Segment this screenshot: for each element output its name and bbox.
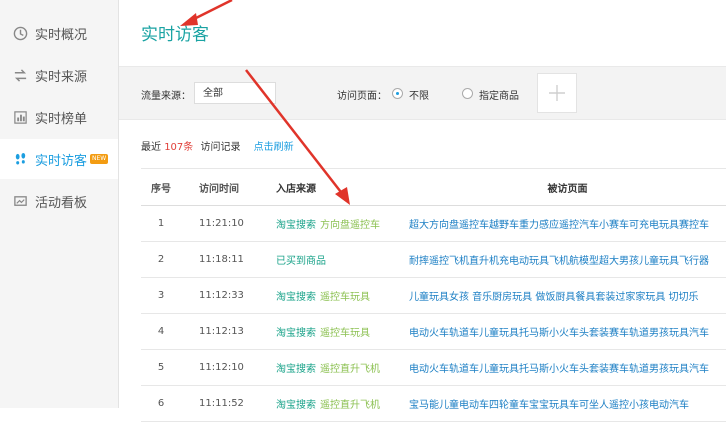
table-row: 1 11:21:10 淘宝搜索 方向盘遥控车 超大方向盘遥控车越野车重力感应遥控汽… <box>141 206 726 242</box>
row-no: 2 <box>157 254 165 265</box>
source-keyword[interactable]: 遥控车玩具 <box>320 288 370 303</box>
header-page: 被访页面 <box>547 183 588 195</box>
new-badge: NEW <box>90 154 109 164</box>
traffic-source-select[interactable]: 全部 <box>194 82 276 104</box>
table-row: 5 11:12:10 淘宝搜索 遥控直升飞机 电动火车轨道车儿童玩具托马斯小火车头… <box>141 350 726 386</box>
table-header: 序号 访问时间 入店来源 被访页面 <box>141 168 726 206</box>
page-link[interactable]: 电动火车轨道车儿童玩具托马斯小火车头套装赛车轨道男孩玩具汽车 <box>409 360 709 375</box>
row-source: 淘宝搜索 遥控车玩具 <box>276 278 396 313</box>
row-no: 1 <box>157 218 165 229</box>
row-time: 11:12:33 <box>199 290 244 301</box>
page-link[interactable]: 儿童玩具女孩 音乐厨房玩具 做饭厨具餐具套装过家家玩具 切切乐 <box>409 288 699 303</box>
radio-specific-product-label: 指定商品 <box>479 91 519 102</box>
visit-page-label: 访问页面： <box>337 91 387 102</box>
row-page: 耐摔遥控飞机直升机充电动玩具飞机航模型超大男孩儿童玩具飞行器 <box>409 242 726 277</box>
radio-specific-product[interactable] <box>462 88 473 99</box>
bar-chart-icon <box>12 109 28 125</box>
page-title: 实时访客 <box>141 25 209 45</box>
filter-bar: 流量来源： 全部 访问页面： 不限 指定商品 <box>119 66 726 120</box>
page-link[interactable]: 超大方向盘遥控车越野车重力感应遥控汽车小赛车可充电玩具赛控车 <box>409 216 709 231</box>
clock-icon <box>12 25 28 41</box>
table-row: 2 11:18:11 已买到商品 耐摔遥控飞机直升机充电动玩具飞机航模型超大男孩… <box>141 242 726 278</box>
sidebar-item-realtime-source[interactable]: 实时来源 <box>0 55 118 95</box>
header-no: 序号 <box>151 183 171 195</box>
visitor-table: 序号 访问时间 入店来源 被访页面 1 11:21:10 淘宝搜索 方向盘遥控车 … <box>141 168 726 422</box>
sidebar-item-realtime-visitors[interactable]: 实时访客 NEW <box>0 139 118 179</box>
source-link[interactable]: 淘宝搜索 <box>276 288 316 303</box>
sidebar-item-realtime-ranking[interactable]: 实时榜单 <box>0 97 118 137</box>
row-source: 淘宝搜索 方向盘遥控车 <box>276 206 396 241</box>
sidebar-item-activity-board[interactable]: 活动看板 <box>0 181 118 221</box>
row-source: 淘宝搜索 遥控直升飞机 <box>276 350 396 385</box>
row-time: 11:12:10 <box>199 362 244 373</box>
plus-icon <box>549 85 565 101</box>
row-no: 4 <box>157 326 165 337</box>
radio-unlimited[interactable] <box>392 88 403 99</box>
traffic-source-label: 流量来源： <box>141 91 191 102</box>
table-row: 3 11:12:33 淘宝搜索 遥控车玩具 儿童玩具女孩 音乐厨房玩具 做饭厨具餐… <box>141 278 726 314</box>
source-keyword[interactable]: 遥控直升飞机 <box>320 360 380 375</box>
header-time: 访问时间 <box>199 183 239 195</box>
sidebar-item-label: 实时来源 <box>35 69 88 85</box>
row-no: 6 <box>157 398 165 409</box>
source-keyword[interactable]: 方向盘遥控车 <box>320 216 380 231</box>
source-link[interactable]: 淘宝搜索 <box>276 324 316 339</box>
page-link[interactable]: 耐摔遥控飞机直升机充电动玩具飞机航模型超大男孩儿童玩具飞行器 <box>409 252 709 267</box>
row-source: 已买到商品 <box>276 242 396 277</box>
row-page: 超大方向盘遥控车越野车重力感应遥控汽车小赛车可充电玩具赛控车 <box>409 206 726 241</box>
main-panel: 实时访客 流量来源： 全部 访问页面： 不限 指定商品 最近 107条 访问记录… <box>119 0 726 422</box>
summary-prefix: 最近 <box>141 142 161 153</box>
row-page: 电动火车轨道车儿童玩具托马斯小火车头套装赛车轨道男孩玩具汽车 <box>409 314 726 349</box>
record-count: 107条 <box>164 142 194 153</box>
table-row: 4 11:12:13 淘宝搜索 遥控车玩具 电动火车轨道车儿童玩具托马斯小火车头套… <box>141 314 726 350</box>
sidebar-item-realtime-overview[interactable]: 实时概况 <box>0 13 118 53</box>
row-time: 11:12:13 <box>199 326 244 337</box>
source-keyword[interactable]: 遥控车玩具 <box>320 324 370 339</box>
summary-suffix: 访问记录 <box>200 142 241 153</box>
row-no: 5 <box>157 362 165 373</box>
header-source: 入店来源 <box>276 183 316 195</box>
sidebar-item-label: 活动看板 <box>35 195 88 211</box>
table-row: 6 11:11:52 淘宝搜索 遥控直升飞机 宝马能儿童电动车四轮童车宝宝玩具车可… <box>141 386 726 422</box>
radio-unlimited-label: 不限 <box>409 91 429 102</box>
page-link[interactable]: 宝马能儿童电动车四轮童车宝宝玩具车可坐人遥控小孩电动汽车 <box>409 396 689 411</box>
sidebar: 实时概况 实时来源 实时榜单 实时访客 NEW 活动看板 <box>0 0 119 408</box>
row-page: 宝马能儿童电动车四轮童车宝宝玩具车可坐人遥控小孩电动汽车 <box>409 386 726 421</box>
footprints-icon <box>12 151 28 167</box>
sidebar-item-label: 实时概况 <box>35 27 88 43</box>
row-page: 儿童玩具女孩 音乐厨房玩具 做饭厨具餐具套装过家家玩具 切切乐 <box>409 278 726 313</box>
source-link[interactable]: 淘宝搜索 <box>276 360 316 375</box>
swap-arrows-icon <box>12 67 28 83</box>
row-time: 11:11:52 <box>199 398 244 409</box>
sidebar-item-label: 实时榜单 <box>35 111 88 127</box>
source-link[interactable]: 已买到商品 <box>276 252 326 267</box>
add-product-button[interactable] <box>537 73 577 113</box>
row-time: 11:18:11 <box>199 254 244 265</box>
source-link[interactable]: 淘宝搜索 <box>276 396 316 411</box>
row-no: 3 <box>157 290 165 301</box>
refresh-link[interactable]: 点击刷新 <box>254 142 294 153</box>
row-source: 淘宝搜索 遥控直升飞机 <box>276 386 396 421</box>
page-link[interactable]: 电动火车轨道车儿童玩具托马斯小火车头套装赛车轨道男孩玩具汽车 <box>409 324 709 339</box>
row-source: 淘宝搜索 遥控车玩具 <box>276 314 396 349</box>
source-keyword[interactable]: 遥控直升飞机 <box>320 396 380 411</box>
sidebar-item-label: 实时访客 <box>35 153 88 169</box>
row-page: 电动火车轨道车儿童玩具托马斯小火车头套装赛车轨道男孩玩具汽车 <box>409 350 726 385</box>
row-time: 11:21:10 <box>199 218 244 229</box>
source-link[interactable]: 淘宝搜索 <box>276 216 316 231</box>
board-icon <box>12 193 28 209</box>
visit-summary: 最近 107条 访问记录 点击刷新 <box>141 138 294 153</box>
